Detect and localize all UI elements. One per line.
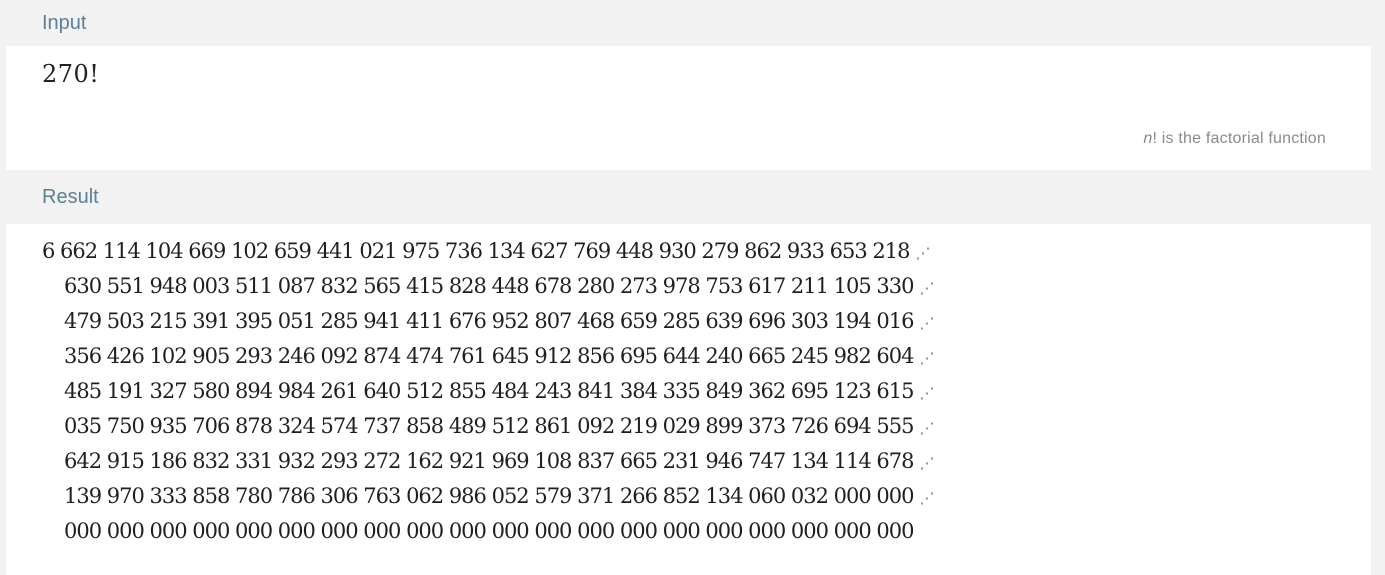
continuation-mark-icon: ⋰ [919,454,935,472]
result-line: 479 503 215 391 395 051 285 941 411 676 … [6,304,1371,339]
result-line-text: 356 426 102 905 293 246 092 874 474 761 … [64,344,914,368]
result-line-text: 485 191 327 580 894 984 261 640 512 855 … [64,379,914,403]
input-note: n! is the factorial function [1143,130,1326,148]
result-line: 356 426 102 905 293 246 092 874 474 761 … [6,339,1371,374]
result-line-text: 000 000 000 000 000 000 000 000 000 000 … [64,519,914,543]
result-pod-body: 6 662 114 104 669 102 659 441 021 975 73… [6,224,1371,575]
input-note-text: ! is the factorial function [1152,130,1326,147]
input-pod-title: Input [6,0,1371,46]
input-pod-body: 270! n! is the factorial function [6,46,1371,170]
continuation-mark-icon: ⋰ [919,314,935,332]
result-line: 6 662 114 104 669 102 659 441 021 975 73… [6,234,1371,269]
result-line: 035 750 935 706 878 324 574 737 858 489 … [6,409,1371,444]
result-line-text: 139 970 333 858 780 786 306 763 062 986 … [64,484,914,508]
wolfram-pods: Input 270! n! is the factorial function … [6,0,1371,575]
result-line: 630 551 948 003 511 087 832 565 415 828 … [6,269,1371,304]
result-line-text: 035 750 935 706 878 324 574 737 858 489 … [64,414,914,438]
result-line-text: 479 503 215 391 395 051 285 941 411 676 … [64,309,914,333]
result-line: 642 915 186 832 331 932 293 272 162 921 … [6,444,1371,479]
result-pod-title: Result [6,170,1371,224]
input-expression: 270! [42,60,100,88]
result-line-text: 6 662 114 104 669 102 659 441 021 975 73… [42,239,911,263]
continuation-mark-icon: ⋰ [919,384,935,402]
result-line-text: 642 915 186 832 331 932 293 272 162 921 … [64,449,914,473]
continuation-mark-icon: ⋰ [919,489,935,507]
result-line: 000 000 000 000 000 000 000 000 000 000 … [6,514,1371,549]
result-line: 139 970 333 858 780 786 306 763 062 986 … [6,479,1371,514]
continuation-mark-icon: ⋰ [915,244,931,262]
result-line: 485 191 327 580 894 984 261 640 512 855 … [6,374,1371,409]
input-note-variable: n [1143,130,1153,147]
result-line-text: 630 551 948 003 511 087 832 565 415 828 … [64,274,914,298]
continuation-mark-icon: ⋰ [919,279,935,297]
continuation-mark-icon: ⋰ [919,349,935,367]
continuation-mark-icon: ⋰ [919,419,935,437]
